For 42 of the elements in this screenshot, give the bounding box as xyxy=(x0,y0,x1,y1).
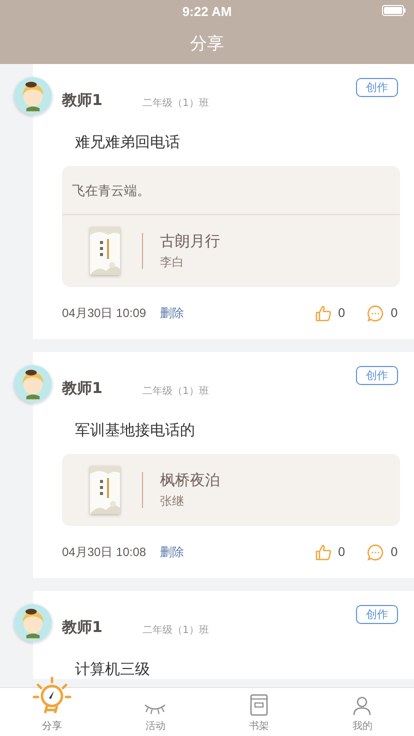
thumbs-up-icon[interactable] xyxy=(314,544,332,560)
comment-count: 0 xyxy=(390,545,398,559)
avatar-icon xyxy=(14,604,52,642)
like-count: 0 xyxy=(338,306,346,320)
create-tag[interactable]: 创作 xyxy=(356,605,398,624)
like-count: 0 xyxy=(338,545,346,559)
class-name: 二年级（1）班 xyxy=(142,384,209,398)
avatar-icon xyxy=(14,365,52,403)
post-time: 04月30日 10:09 xyxy=(62,304,146,322)
avatar-icon xyxy=(14,77,52,115)
create-tag[interactable]: 创作 xyxy=(356,78,398,97)
lightbulb-icon xyxy=(32,676,72,716)
author-name: 教师1 xyxy=(62,618,102,636)
post-title: 计算机三级 xyxy=(75,660,151,679)
create-tag[interactable]: 创作 xyxy=(356,366,398,385)
author-name: 教师1 xyxy=(62,90,102,110)
battery-icon xyxy=(382,5,406,16)
thumbs-up-icon[interactable] xyxy=(314,304,332,322)
tab-item[interactable]: 活动 xyxy=(104,688,207,736)
class-name: 二年级（1）班 xyxy=(142,96,209,110)
book-title: 古朗月行 xyxy=(160,232,220,250)
tab-item[interactable]: 我的 xyxy=(310,688,414,736)
comment-icon[interactable] xyxy=(367,544,384,560)
book-author: 张继 xyxy=(160,492,185,510)
person-icon xyxy=(352,696,372,716)
delete-link[interactable]: 删除 xyxy=(160,544,184,560)
post-title: 难兄难弟回电话 xyxy=(75,133,181,152)
post-title: 军训基地接电话的 xyxy=(75,421,196,440)
status-time: 9:22 AM xyxy=(182,4,232,18)
book-title: 枫桥夜泊 xyxy=(160,470,220,490)
tab-item[interactable]: 书架 xyxy=(207,688,310,736)
quote-text: 飞在青云端。 xyxy=(72,184,150,199)
class-name: 二年级（1）班 xyxy=(142,624,209,637)
delete-link[interactable]: 删除 xyxy=(160,304,184,322)
comment-icon[interactable] xyxy=(367,304,384,322)
author-name: 教师1 xyxy=(62,378,102,398)
page-title: 分享 xyxy=(190,32,224,54)
book-author: 李白 xyxy=(160,254,185,270)
closed-eye-icon xyxy=(143,702,168,716)
book-icon xyxy=(250,694,268,716)
comment-count: 0 xyxy=(390,306,398,320)
post-time: 04月30日 10:08 xyxy=(62,544,146,560)
